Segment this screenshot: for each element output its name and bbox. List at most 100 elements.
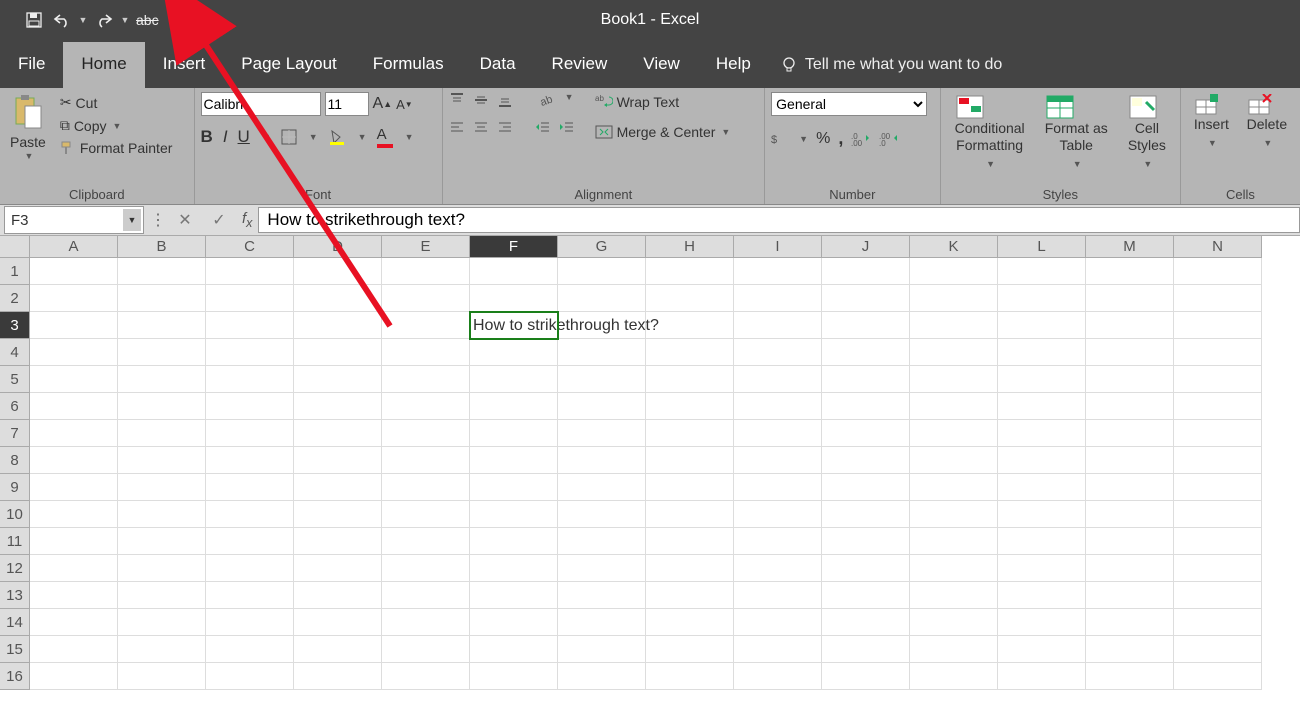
undo-icon[interactable] [50,8,74,32]
col-header-A[interactable]: A [30,236,118,258]
row-header-8[interactable]: 8 [0,447,30,474]
cell-N2[interactable] [1174,285,1262,312]
delete-cells-button[interactable]: Delete▼ [1243,92,1291,152]
cell-B11[interactable] [118,528,206,555]
cell-I16[interactable] [734,663,822,690]
cell-D13[interactable] [294,582,382,609]
row-header-16[interactable]: 16 [0,663,30,690]
underline-dropdown-icon[interactable]: ▼ [260,132,271,142]
cell-G4[interactable] [558,339,646,366]
cell-L13[interactable] [998,582,1086,609]
cell-H2[interactable] [646,285,734,312]
cell-A1[interactable] [30,258,118,285]
cell-C9[interactable] [206,474,294,501]
row-header-7[interactable]: 7 [0,420,30,447]
cell-J12[interactable] [822,555,910,582]
cell-L3[interactable] [998,312,1086,339]
copy-button[interactable]: ⧉ Copy ▼ [56,115,177,136]
cs-dropdown-icon[interactable]: ▼ [1141,159,1152,169]
redo-icon[interactable] [92,8,116,32]
cell-H16[interactable] [646,663,734,690]
cell-K2[interactable] [910,285,998,312]
cell-I5[interactable] [734,366,822,393]
cell-A13[interactable] [30,582,118,609]
cell-G10[interactable] [558,501,646,528]
cell-L5[interactable] [998,366,1086,393]
cell-F1[interactable] [470,258,558,285]
cell-D8[interactable] [294,447,382,474]
cell-K5[interactable] [910,366,998,393]
qat-customize-icon[interactable]: ▼ [179,15,189,25]
tab-insert[interactable]: Insert [145,42,224,88]
cell-A8[interactable] [30,447,118,474]
cancel-formula-icon[interactable]: ✕ [168,210,202,230]
row-header-13[interactable]: 13 [0,582,30,609]
cell-A7[interactable] [30,420,118,447]
cell-J10[interactable] [822,501,910,528]
cell-I1[interactable] [734,258,822,285]
tab-home[interactable]: Home [63,42,144,88]
cell-G1[interactable] [558,258,646,285]
orientation-dropdown-icon[interactable]: ▼ [563,92,574,108]
cell-J13[interactable] [822,582,910,609]
cell-H14[interactable] [646,609,734,636]
cell-K13[interactable] [910,582,998,609]
cell-H1[interactable] [646,258,734,285]
cell-M4[interactable] [1086,339,1174,366]
insert-dropdown-icon[interactable]: ▼ [1206,138,1217,148]
row-header-5[interactable]: 5 [0,366,30,393]
cell-M10[interactable] [1086,501,1174,528]
cell-B5[interactable] [118,366,206,393]
cell-H12[interactable] [646,555,734,582]
cell-E15[interactable] [382,636,470,663]
enter-formula-icon[interactable]: ✓ [202,210,236,230]
cell-B9[interactable] [118,474,206,501]
paste-button[interactable]: Paste ▼ [6,92,50,163]
cell-E12[interactable] [382,555,470,582]
cell-B10[interactable] [118,501,206,528]
cell-N15[interactable] [1174,636,1262,663]
redo-dropdown-icon[interactable]: ▼ [120,15,130,25]
cell-K1[interactable] [910,258,998,285]
decrease-decimal-icon[interactable]: .00.0 [879,132,899,146]
cell-I9[interactable] [734,474,822,501]
cell-D16[interactable] [294,663,382,690]
cell-D14[interactable] [294,609,382,636]
cell-K6[interactable] [910,393,998,420]
orientation-icon[interactable]: ab [539,92,555,108]
paste-dropdown-icon[interactable]: ▼ [10,151,46,162]
cell-M12[interactable] [1086,555,1174,582]
cell-N3[interactable] [1174,312,1262,339]
accounting-format-icon[interactable]: $ [771,132,789,146]
row-header-11[interactable]: 11 [0,528,30,555]
cell-M3[interactable] [1086,312,1174,339]
cell-I11[interactable] [734,528,822,555]
fill-color-button[interactable] [328,129,346,145]
increase-indent-icon[interactable] [559,120,575,136]
col-header-G[interactable]: G [558,236,646,258]
cell-K11[interactable] [910,528,998,555]
cell-N10[interactable] [1174,501,1262,528]
cell-E3[interactable] [382,312,470,339]
cell-M1[interactable] [1086,258,1174,285]
cell-F5[interactable] [470,366,558,393]
cell-I14[interactable] [734,609,822,636]
underline-button[interactable]: U [238,127,250,147]
cell-L4[interactable] [998,339,1086,366]
cell-M6[interactable] [1086,393,1174,420]
tab-page-layout[interactable]: Page Layout [223,42,354,88]
cell-K10[interactable] [910,501,998,528]
bold-button[interactable]: B [201,127,213,147]
accounting-dropdown-icon[interactable]: ▼ [797,134,808,144]
col-header-E[interactable]: E [382,236,470,258]
borders-dropdown-icon[interactable]: ▼ [307,132,318,142]
cell-E14[interactable] [382,609,470,636]
cell-N1[interactable] [1174,258,1262,285]
tab-view[interactable]: View [625,42,698,88]
cell-L2[interactable] [998,285,1086,312]
cell-D15[interactable] [294,636,382,663]
cell-L11[interactable] [998,528,1086,555]
cell-C4[interactable] [206,339,294,366]
fx-icon[interactable]: fx [236,210,258,230]
cell-L6[interactable] [998,393,1086,420]
